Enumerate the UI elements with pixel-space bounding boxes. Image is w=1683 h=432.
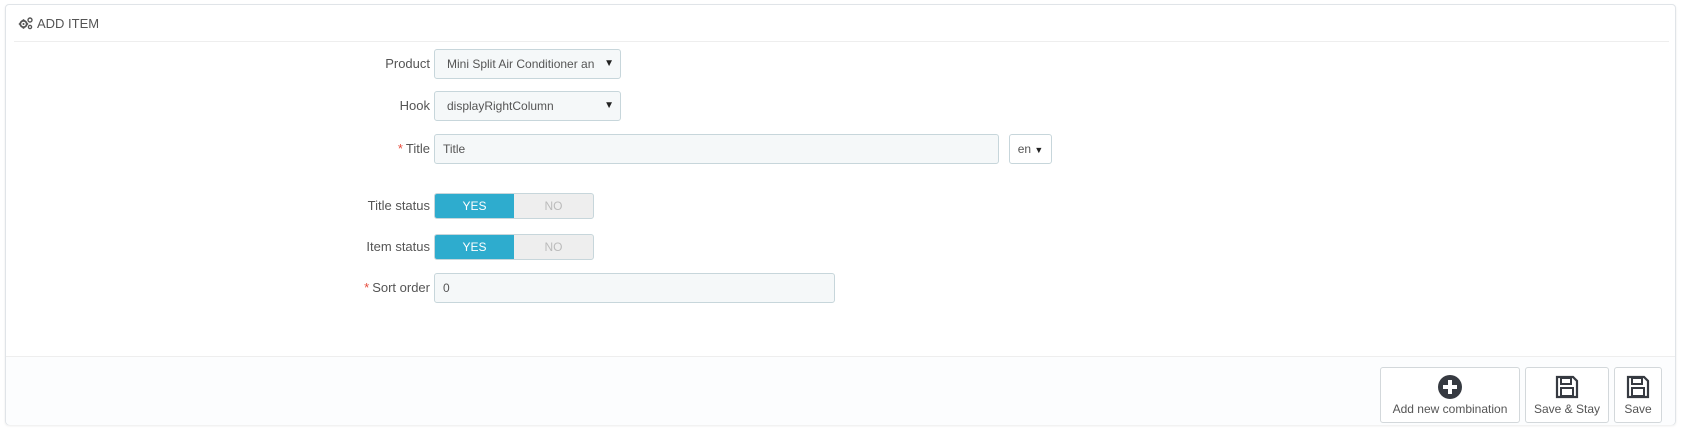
sort-order-label: * Sort order [364,280,430,295]
cogs-icon [18,17,33,30]
title-status-no[interactable]: NO [514,194,593,218]
add-item-panel: ADD ITEM Product Mini Split Air Conditio… [5,4,1676,425]
save-button[interactable]: Save [1614,367,1662,423]
title-input[interactable]: Title [434,134,999,164]
panel-title: ADD ITEM [37,15,100,31]
hook-select-value: displayRightColumn [447,99,554,113]
floppy-disk-icon [1555,375,1579,399]
title-status-label: Title status [367,198,430,213]
product-select-value: Mini Split Air Conditioner an [447,57,595,71]
caret-down-icon: ▼ [1034,145,1044,155]
panel-footer: Add new combination Save & Stay Save [6,356,1675,425]
item-status-switch: YES NO [434,234,594,260]
plus-circle-icon [1438,375,1462,399]
title-label: * Title [397,141,430,156]
save-and-stay-button[interactable]: Save & Stay [1525,367,1609,423]
save-label: Save [1624,402,1652,416]
product-label: Product [385,56,430,71]
title-status-switch: YES NO [434,193,594,219]
title-status-yes[interactable]: YES [435,194,514,218]
product-select[interactable]: Mini Split Air Conditioner an ▼ [434,49,621,79]
title-input-value: Title [443,142,466,156]
floppy-disk-icon [1626,375,1650,399]
item-status-label: Item status [366,239,430,254]
required-mark: * [364,280,370,295]
add-new-combination-button[interactable]: Add new combination [1380,367,1520,423]
hook-select[interactable]: displayRightColumn ▼ [434,91,621,121]
language-code: en [1017,142,1032,156]
panel-heading: ADD ITEM [14,5,1669,42]
item-status-no[interactable]: NO [514,235,593,259]
sort-order-value: 0 [443,281,450,295]
item-status-yes[interactable]: YES [435,235,514,259]
language-dropdown-button[interactable]: en ▼ [1009,134,1052,164]
caret-down-icon: ▼ [604,100,614,111]
add-new-combination-label: Add new combination [1392,402,1508,416]
required-mark: * [397,141,403,156]
caret-down-icon: ▼ [604,58,614,69]
save-and-stay-label: Save & Stay [1533,402,1601,416]
hook-label: Hook [399,98,430,113]
sort-order-input[interactable]: 0 [434,273,835,303]
